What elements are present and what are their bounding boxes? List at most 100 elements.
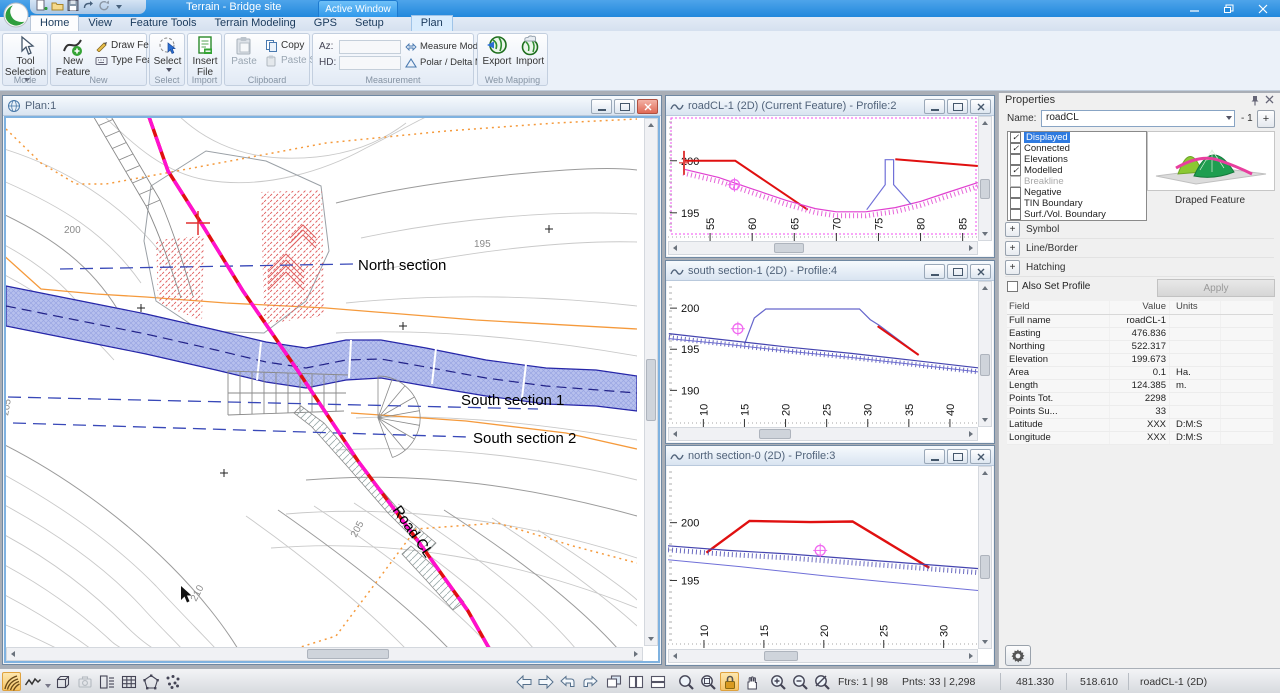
flag-connected[interactable]: ✓Connected bbox=[1008, 143, 1146, 154]
new-feature-button[interactable]: New Feature bbox=[53, 35, 93, 78]
flag-negative[interactable]: Negative bbox=[1008, 187, 1146, 198]
profile2-vscrollbar[interactable] bbox=[978, 116, 992, 241]
flag-breakline[interactable]: Breakline bbox=[1008, 176, 1146, 187]
flag-tin-boundary[interactable]: TIN Bound­ary bbox=[1008, 198, 1146, 209]
profile3-maximize-button[interactable] bbox=[947, 449, 968, 464]
tab-setup[interactable]: Setup bbox=[346, 16, 393, 31]
save-icon[interactable] bbox=[67, 0, 79, 15]
copy-button[interactable]: Copy bbox=[265, 39, 304, 52]
settings-gear-button[interactable] bbox=[1005, 645, 1031, 666]
plan-canvas-area[interactable]: 200 195 205 210 205 bbox=[4, 116, 660, 663]
table-row[interactable]: Easting476.836 bbox=[1007, 328, 1273, 341]
table-row[interactable]: LongitudeXXXD:M:S bbox=[1007, 432, 1273, 445]
hd-field[interactable] bbox=[339, 56, 401, 70]
profile3-hscrollbar[interactable] bbox=[668, 649, 978, 663]
flag-modelled[interactable]: ✓Modelled bbox=[1008, 165, 1146, 176]
tab-feature-tools[interactable]: Feature Tools bbox=[121, 16, 205, 31]
select-button[interactable]: Select bbox=[151, 35, 184, 72]
tab-view[interactable]: View bbox=[79, 16, 121, 31]
close-button[interactable] bbox=[1246, 0, 1280, 17]
tile-horizontal-button[interactable] bbox=[648, 672, 667, 691]
polygon-select-button[interactable] bbox=[141, 672, 160, 691]
point-cloud-button[interactable] bbox=[163, 672, 182, 691]
profile-view-button[interactable] bbox=[23, 672, 42, 691]
spreadsheet-view-button[interactable] bbox=[119, 672, 138, 691]
table-row[interactable]: Elevation199.673 bbox=[1007, 354, 1273, 367]
zoom-in-button[interactable] bbox=[768, 672, 787, 691]
apply-button[interactable]: Apply bbox=[1157, 279, 1275, 297]
zoom-off-button[interactable] bbox=[812, 672, 831, 691]
table-row[interactable]: LatitudeXXXD:M:S bbox=[1007, 419, 1273, 432]
profile2-hscrollbar[interactable] bbox=[668, 241, 978, 255]
tab-terrain-modeling[interactable]: Terrain Modeling bbox=[205, 16, 304, 31]
table-row[interactable]: Length124.385m. bbox=[1007, 380, 1273, 393]
zoom-lock-button[interactable] bbox=[720, 672, 739, 691]
profile3-chart[interactable]: 2001951015202530 bbox=[668, 466, 982, 651]
tab-plan[interactable]: Plan bbox=[411, 15, 453, 31]
table-row[interactable]: Northing522.317 bbox=[1007, 341, 1273, 354]
table-row[interactable]: Points Tot.2298 bbox=[1007, 393, 1273, 406]
plan-minimize-button[interactable] bbox=[591, 99, 612, 114]
minimize-button[interactable] bbox=[1178, 0, 1212, 17]
profile3-minimize-button[interactable] bbox=[924, 449, 945, 464]
zoom-extents-button[interactable] bbox=[698, 672, 717, 691]
split-view-button[interactable] bbox=[97, 672, 116, 691]
flag-surf-vol-boundary[interactable]: Surf./Vol. Boundary bbox=[1008, 209, 1146, 220]
profile2-maximize-button[interactable] bbox=[947, 99, 968, 114]
profile4-hscrollbar[interactable] bbox=[668, 427, 978, 441]
zoom-out-button[interactable] bbox=[790, 672, 809, 691]
plan-horizontal-scrollbar[interactable] bbox=[6, 647, 643, 661]
profile2-chart[interactable]: 20019555606570758085 bbox=[668, 116, 982, 243]
profile4-minimize-button[interactable] bbox=[924, 264, 945, 279]
tab-gps[interactable]: GPS bbox=[305, 16, 346, 31]
open-folder-icon[interactable] bbox=[51, 0, 64, 15]
view-forward-button[interactable] bbox=[536, 672, 555, 691]
profile4-chart[interactable]: 20019519010152025303540 bbox=[668, 281, 982, 429]
paste-button[interactable]: Paste bbox=[228, 35, 260, 68]
3d-view-button[interactable] bbox=[53, 672, 72, 691]
web-import-button[interactable]: Import bbox=[515, 35, 545, 68]
profile4-vscrollbar[interactable] bbox=[978, 281, 992, 427]
profile4-close-button[interactable] bbox=[970, 264, 991, 279]
table-row[interactable]: Points Su...33 bbox=[1007, 406, 1273, 419]
profile2-minimize-button[interactable] bbox=[924, 99, 945, 114]
camera-view-button[interactable] bbox=[75, 672, 94, 691]
profile-view-dropdown-icon[interactable] bbox=[43, 680, 51, 692]
profile4-canvas-area[interactable]: 20019519010152025303540 bbox=[667, 281, 993, 442]
plan-close-button[interactable] bbox=[637, 99, 658, 114]
measure-mode-button[interactable]: Measure Mode bbox=[405, 41, 483, 52]
expander-symbol[interactable]: +Symbol bbox=[1005, 221, 1274, 239]
pin-icon[interactable] bbox=[1250, 95, 1260, 109]
pan-button[interactable] bbox=[742, 672, 761, 691]
plan-window-titlebar[interactable]: Plan:1 bbox=[3, 96, 661, 116]
web-export-button[interactable]: Export bbox=[482, 35, 512, 68]
insert-file-button[interactable]: Insert File bbox=[189, 35, 221, 78]
flag-elevations[interactable]: Elevations bbox=[1008, 154, 1146, 165]
expander-line-border[interactable]: +Line/Border bbox=[1005, 240, 1274, 258]
feature-name-combobox[interactable]: roadCL bbox=[1041, 110, 1235, 127]
app-logo-icon[interactable] bbox=[3, 2, 29, 28]
profile2-close-button[interactable] bbox=[970, 99, 991, 114]
add-feature-button[interactable]: + bbox=[1257, 110, 1275, 128]
qat-customize-icon[interactable] bbox=[116, 5, 122, 9]
zoom-window-button[interactable] bbox=[676, 672, 695, 691]
profile3-close-button[interactable] bbox=[970, 449, 991, 464]
profile2-canvas-area[interactable]: 20019555606570758085 bbox=[667, 116, 993, 256]
plan-map-canvas[interactable]: 200 195 205 210 205 bbox=[6, 118, 637, 647]
restore-button[interactable] bbox=[1212, 0, 1246, 17]
az-field[interactable] bbox=[339, 40, 401, 54]
expander-hatching[interactable]: +Hatching bbox=[1005, 259, 1274, 277]
tab-home[interactable]: Home bbox=[30, 15, 79, 31]
panel-close-icon[interactable] bbox=[1265, 95, 1274, 107]
new-document-icon[interactable] bbox=[36, 0, 48, 15]
also-set-profile-checkbox[interactable]: Also Set Profile bbox=[1007, 281, 1090, 292]
flag-displayed[interactable]: ✓Displayed bbox=[1008, 132, 1146, 143]
profile4-maximize-button[interactable] bbox=[947, 264, 968, 279]
table-row[interactable]: Area0.1Ha. bbox=[1007, 367, 1273, 380]
undo-icon[interactable] bbox=[82, 0, 95, 15]
plan-vertical-scrollbar[interactable] bbox=[644, 118, 658, 646]
next-view-button[interactable] bbox=[580, 672, 599, 691]
cascade-windows-button[interactable] bbox=[604, 672, 623, 691]
plan-maximize-button[interactable] bbox=[614, 99, 635, 114]
profile3-vscrollbar[interactable] bbox=[978, 466, 992, 649]
